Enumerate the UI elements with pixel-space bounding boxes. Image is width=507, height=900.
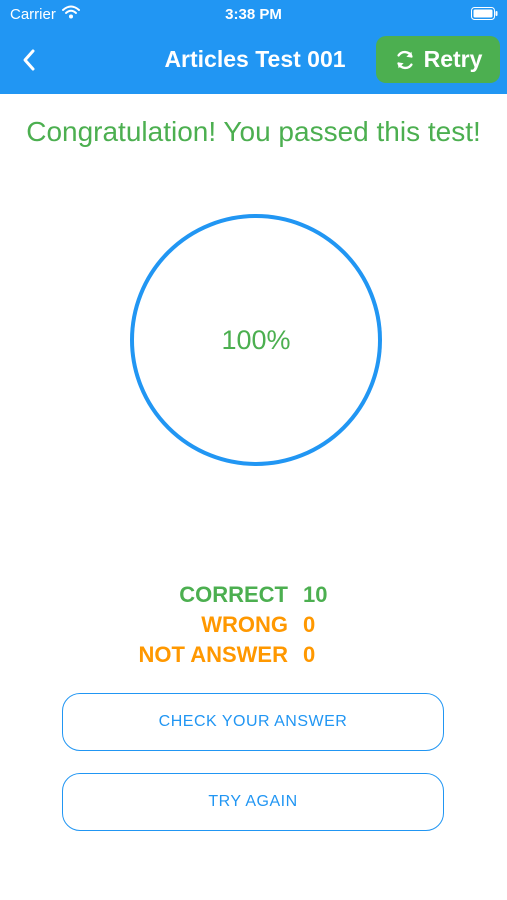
result-message: Congratulation! You passed this test! <box>26 116 481 147</box>
correct-label: CORRECT <box>179 582 288 607</box>
back-button[interactable] <box>14 44 44 76</box>
not-answer-label: NOT ANSWER <box>138 642 288 667</box>
wrong-label: WRONG <box>201 612 288 637</box>
wrong-value: 0 <box>303 612 316 637</box>
wrong-row: WRONG 0 <box>0 610 507 640</box>
chevron-left-icon <box>23 49 35 71</box>
correct-value: 10 <box>303 582 328 607</box>
score-circle: 100% <box>130 214 382 466</box>
check-answer-button[interactable]: CHECK YOUR ANSWER <box>62 693 444 751</box>
page-title: Articles Test 001 <box>164 46 346 72</box>
retry-label: Retry <box>423 46 483 72</box>
app-header: Carrier 3:38 PM Articles Test 001 Retry <box>0 0 507 94</box>
not-answer-value: 0 <box>303 642 316 667</box>
status-bar: Carrier 3:38 PM <box>0 0 507 28</box>
retry-button[interactable]: Retry <box>376 36 500 83</box>
correct-row: CORRECT 10 <box>0 580 507 610</box>
status-time: 3:38 PM <box>225 6 282 23</box>
score-percent: 100% <box>221 324 291 355</box>
battery-icon <box>471 7 498 20</box>
refresh-icon <box>396 50 413 69</box>
not-answer-row: NOT ANSWER 0 <box>0 640 507 670</box>
stats-panel: CORRECT 10 WRONG 0 NOT ANSWER 0 <box>0 580 507 670</box>
try-again-button[interactable]: TRY AGAIN <box>62 773 444 831</box>
